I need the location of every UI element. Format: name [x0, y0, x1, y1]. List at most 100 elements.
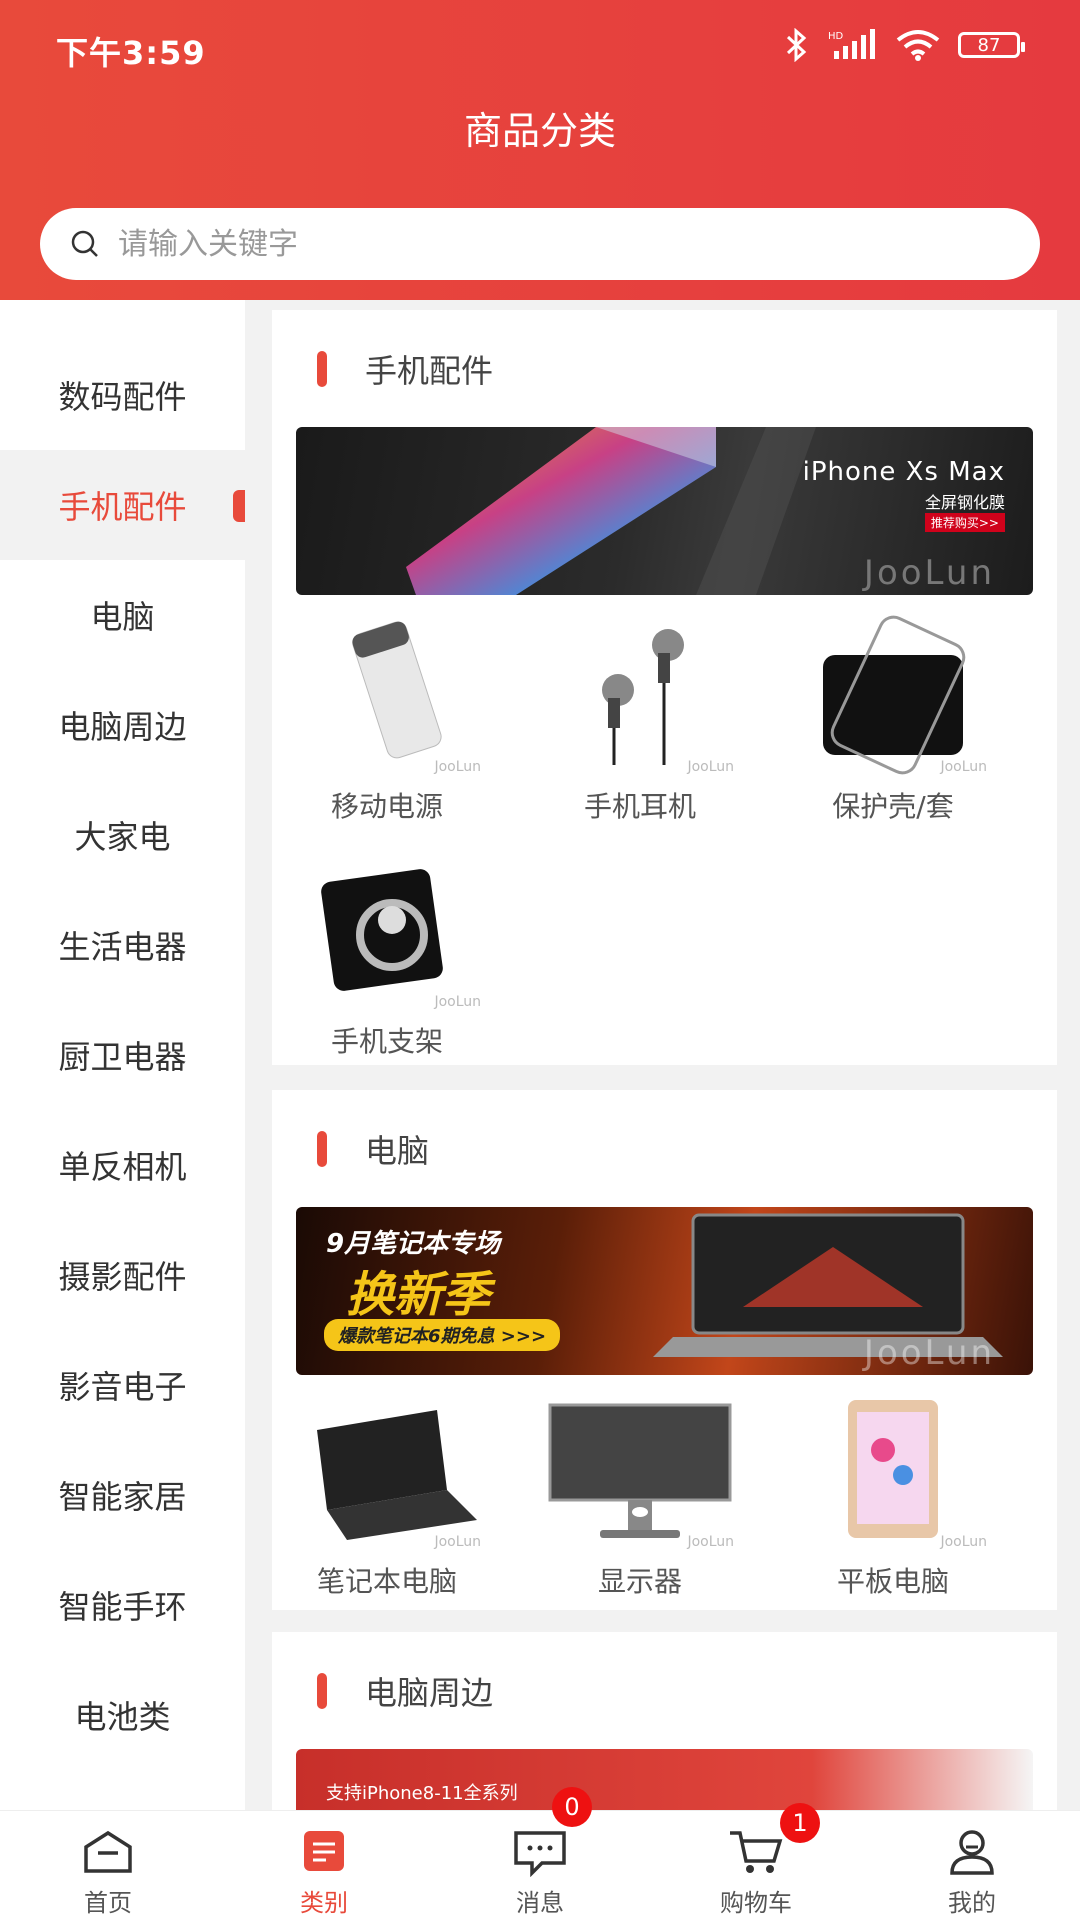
page-title: 商品分类 — [463, 109, 616, 153]
thumb: JooLun — [540, 615, 740, 775]
section-header: 手机配件 — [317, 346, 493, 392]
thumb: JooLun — [287, 1390, 487, 1550]
category-item-tablet[interactable]: JooLun 平板电脑 — [778, 1390, 1008, 1600]
search-bar[interactable] — [40, 208, 1040, 280]
cart-badge: 1 — [780, 1803, 820, 1843]
active-marker — [233, 490, 245, 522]
category-item-power-bank[interactable]: JooLun 移动电源 — [272, 615, 502, 825]
status-icons: HD 87 — [784, 28, 1025, 62]
banner-watermark: JooLun — [863, 553, 995, 593]
laptop-icon — [317, 1410, 477, 1540]
bottom-tab-bar: 首页 类别 消息 0 购物车 1 我的 — [0, 1787, 1080, 1921]
signal-icon: HD — [828, 29, 875, 59]
tab-label: 类别 — [300, 1889, 348, 1917]
sidebar-item-home-appliances[interactable]: 生活电器 — [0, 890, 245, 1000]
sidebar-item-label: 生活电器 — [58, 928, 187, 966]
tab-profile[interactable]: 我的 — [864, 1811, 1080, 1921]
sidebar-item-label: 电脑周边 — [58, 708, 187, 746]
sidebar-item-audio-video[interactable]: 影音电子 — [0, 1330, 245, 1440]
sidebar-item-label: 厨卫电器 — [58, 1038, 187, 1076]
category-item-monitor[interactable]: JooLun 显示器 — [525, 1390, 755, 1600]
sidebar-item-computer[interactable]: 电脑 — [0, 560, 245, 670]
banner-big-text: 换新季 — [346, 1267, 491, 1323]
search-icon — [71, 230, 98, 257]
section-header: 电脑 — [317, 1126, 429, 1172]
category-item-label: 手机支架 — [330, 1025, 443, 1058]
section-card-computer: 电脑 9月笔记本专场 换新季 爆款笔记本6期免息 >>> JooLun JooL… — [272, 1090, 1057, 1610]
tab-cart[interactable]: 购物车 1 — [648, 1803, 864, 1921]
wifi-icon — [896, 30, 940, 61]
sidebar-item-label: 大家电 — [74, 818, 171, 856]
section-title: 电脑周边 — [365, 1674, 494, 1712]
profile-icon — [950, 1830, 994, 1875]
thumb: JooLun — [287, 615, 487, 775]
banner-headline: 支持iPhone8-11全系列 — [326, 1783, 518, 1804]
category-content: 手机配件 iPhone Xs Max 全屏钢化膜 推荐购买>> JooLun J… — [272, 310, 1057, 1810]
section-marker — [317, 1673, 327, 1709]
sidebar-item-batteries[interactable]: 电池类 — [0, 1660, 245, 1770]
tab-label: 购物车 — [720, 1889, 792, 1917]
category-item-phone-case[interactable]: JooLun 保护壳/套 — [778, 615, 1008, 825]
section-marker — [317, 351, 327, 387]
tablet-icon — [848, 1400, 938, 1538]
status-time: 下午3:59 — [56, 34, 206, 72]
category-item-label: 保护壳/套 — [832, 790, 954, 823]
tab-messages[interactable]: 消息 0 — [432, 1787, 648, 1921]
sidebar-item-hidden[interactable] — [0, 300, 245, 340]
section-banner[interactable]: iPhone Xs Max 全屏钢化膜 推荐购买>> JooLun — [296, 427, 1033, 595]
tab-home[interactable]: 首页 — [0, 1811, 216, 1921]
thumb: JooLun — [287, 850, 487, 1010]
cart-icon — [730, 1831, 783, 1873]
battery-icon: 87 — [958, 32, 1025, 58]
thumb-watermark: JooLun — [434, 1534, 481, 1550]
sidebar-item-computer-peripherals[interactable]: 电脑周边 — [0, 670, 245, 780]
section-card-computer-peripherals: 电脑周边 支持iPhone8-11全系列 — [272, 1632, 1057, 1810]
category-item-earphones[interactable]: JooLun 手机耳机 — [525, 615, 755, 825]
category-item-label: 移动电源 — [330, 790, 443, 823]
bluetooth-icon — [786, 28, 807, 62]
thumb-watermark: JooLun — [434, 759, 481, 775]
thumb-watermark: JooLun — [940, 759, 987, 775]
sidebar-item-camera-accessories[interactable]: 摄影配件 — [0, 1220, 245, 1330]
power-bank-icon — [352, 621, 442, 759]
sidebar-item-label: 数码配件 — [58, 378, 187, 416]
category-sidebar: 数码配件 手机配件 电脑 电脑周边 大家电 生活电器 厨卫电器 单反相机 摄影配… — [0, 300, 245, 1810]
sidebar-item-large-appliances[interactable]: 大家电 — [0, 780, 245, 890]
sidebar-item-label: 电池类 — [74, 1698, 171, 1736]
sidebar-item-smart-home[interactable]: 智能家居 — [0, 1440, 245, 1550]
category-item-label: 平板电脑 — [836, 1565, 949, 1598]
section-header: 电脑周边 — [317, 1668, 493, 1714]
thumb-watermark: JooLun — [434, 994, 481, 1010]
sidebar-item-phone-accessories[interactable]: 手机配件 — [0, 450, 245, 560]
tab-label: 首页 — [84, 1889, 132, 1917]
section-banner[interactable]: 支持iPhone8-11全系列 — [296, 1749, 1033, 1810]
thumb-watermark: JooLun — [940, 1534, 987, 1550]
category-item-laptop[interactable]: JooLun 笔记本电脑 — [272, 1390, 502, 1600]
monitor-icon — [548, 1403, 732, 1538]
sidebar-item-label: 单反相机 — [58, 1148, 187, 1186]
sidebar-item-label: 智能手环 — [58, 1588, 187, 1626]
banner-tag: 推荐购买>> — [924, 513, 1005, 532]
sidebar-item-smart-band[interactable]: 智能手环 — [0, 1550, 245, 1660]
thumb-watermark: JooLun — [687, 759, 734, 775]
sidebar-item-dslr[interactable]: 单反相机 — [0, 1110, 245, 1220]
banner-watermark: JooLun — [863, 1333, 995, 1373]
tab-label: 消息 — [516, 1889, 564, 1917]
sidebar-item-label: 手机配件 — [58, 488, 187, 526]
sidebar-item-label: 摄影配件 — [58, 1258, 187, 1296]
tab-category[interactable]: 类别 — [216, 1811, 432, 1921]
section-title: 电脑 — [365, 1132, 430, 1170]
banner-subtitle: 全屏钢化膜 — [924, 493, 1005, 512]
svg-text:HD: HD — [828, 31, 844, 42]
category-item-label: 显示器 — [597, 1565, 682, 1598]
sidebar-item-digital-accessories[interactable]: 数码配件 — [0, 340, 245, 450]
sidebar-item-label: 智能家居 — [58, 1478, 187, 1516]
sidebar-item-kitchen-appliances[interactable]: 厨卫电器 — [0, 1000, 245, 1110]
category-item-phone-holder[interactable]: JooLun 手机支架 — [272, 850, 502, 1060]
earphones-icon — [602, 629, 684, 765]
search-input[interactable] — [116, 225, 970, 263]
phone-case-icon — [823, 615, 966, 775]
messages-badge: 0 — [552, 1787, 592, 1827]
thumb: JooLun — [540, 1390, 740, 1550]
section-banner[interactable]: 9月笔记本专场 换新季 爆款笔记本6期免息 >>> JooLun — [296, 1207, 1033, 1375]
